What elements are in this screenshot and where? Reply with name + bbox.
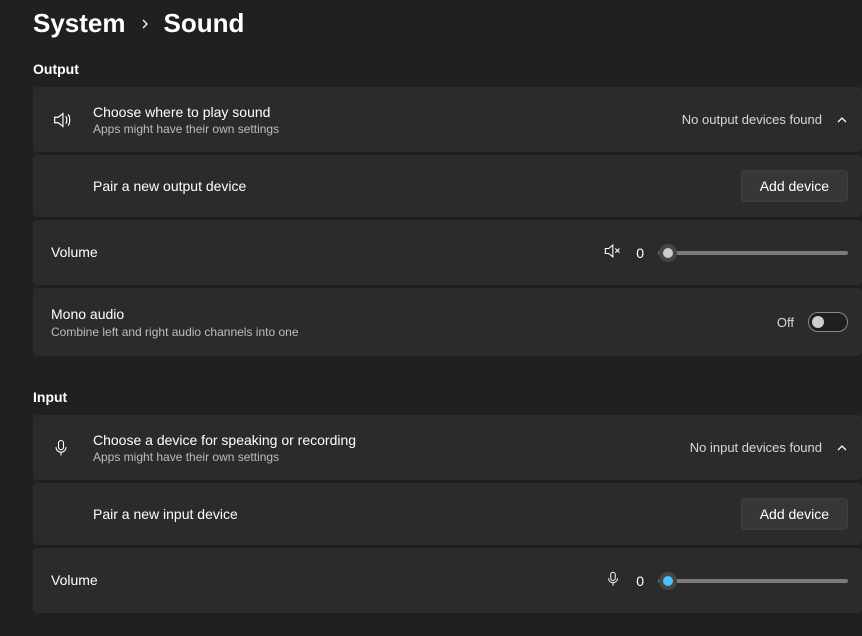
section-label-input: Input [33, 389, 862, 405]
mono-audio-subtitle: Combine left and right audio channels in… [51, 325, 777, 339]
input-volume-row: Volume 0 [33, 548, 862, 613]
input-volume-value: 0 [636, 573, 644, 589]
mono-audio-title: Mono audio [51, 305, 777, 323]
speaker-icon [51, 109, 93, 131]
mono-audio-toggle[interactable] [808, 312, 848, 332]
input-choose-subtitle: Apps might have their own settings [93, 450, 690, 464]
output-pair-title: Pair a new output device [93, 177, 741, 195]
input-volume-slider[interactable] [658, 579, 848, 583]
add-input-device-button[interactable]: Add device [741, 498, 848, 530]
chevron-up-icon [836, 442, 848, 454]
mono-audio-row: Mono audio Combine left and right audio … [33, 288, 862, 356]
input-volume-label: Volume [51, 571, 604, 589]
breadcrumb-parent[interactable]: System [33, 8, 126, 39]
breadcrumb: System Sound [33, 8, 862, 39]
output-volume-row: Volume 0 [33, 220, 862, 285]
output-choose-subtitle: Apps might have their own settings [93, 122, 682, 136]
output-pair-row: Pair a new output device Add device [33, 155, 862, 217]
microphone-icon [51, 437, 93, 459]
output-choose-status: No output devices found [682, 112, 822, 127]
output-choose-row[interactable]: Choose where to play sound Apps might ha… [33, 87, 862, 152]
output-volume-label: Volume [51, 243, 602, 261]
speaker-muted-icon[interactable] [602, 241, 622, 264]
mono-audio-state: Off [777, 315, 794, 330]
chevron-right-icon [140, 16, 150, 32]
microphone-icon[interactable] [604, 569, 622, 592]
section-label-output: Output [33, 61, 862, 77]
breadcrumb-current: Sound [164, 8, 245, 39]
output-choose-title: Choose where to play sound [93, 103, 682, 121]
input-pair-row: Pair a new input device Add device [33, 483, 862, 545]
output-volume-slider[interactable] [658, 251, 848, 255]
input-pair-title: Pair a new input device [93, 505, 741, 523]
chevron-up-icon [836, 114, 848, 126]
input-choose-title: Choose a device for speaking or recordin… [93, 431, 690, 449]
input-choose-row[interactable]: Choose a device for speaking or recordin… [33, 415, 862, 480]
add-output-device-button[interactable]: Add device [741, 170, 848, 202]
output-volume-value: 0 [636, 245, 644, 261]
input-choose-status: No input devices found [690, 440, 822, 455]
